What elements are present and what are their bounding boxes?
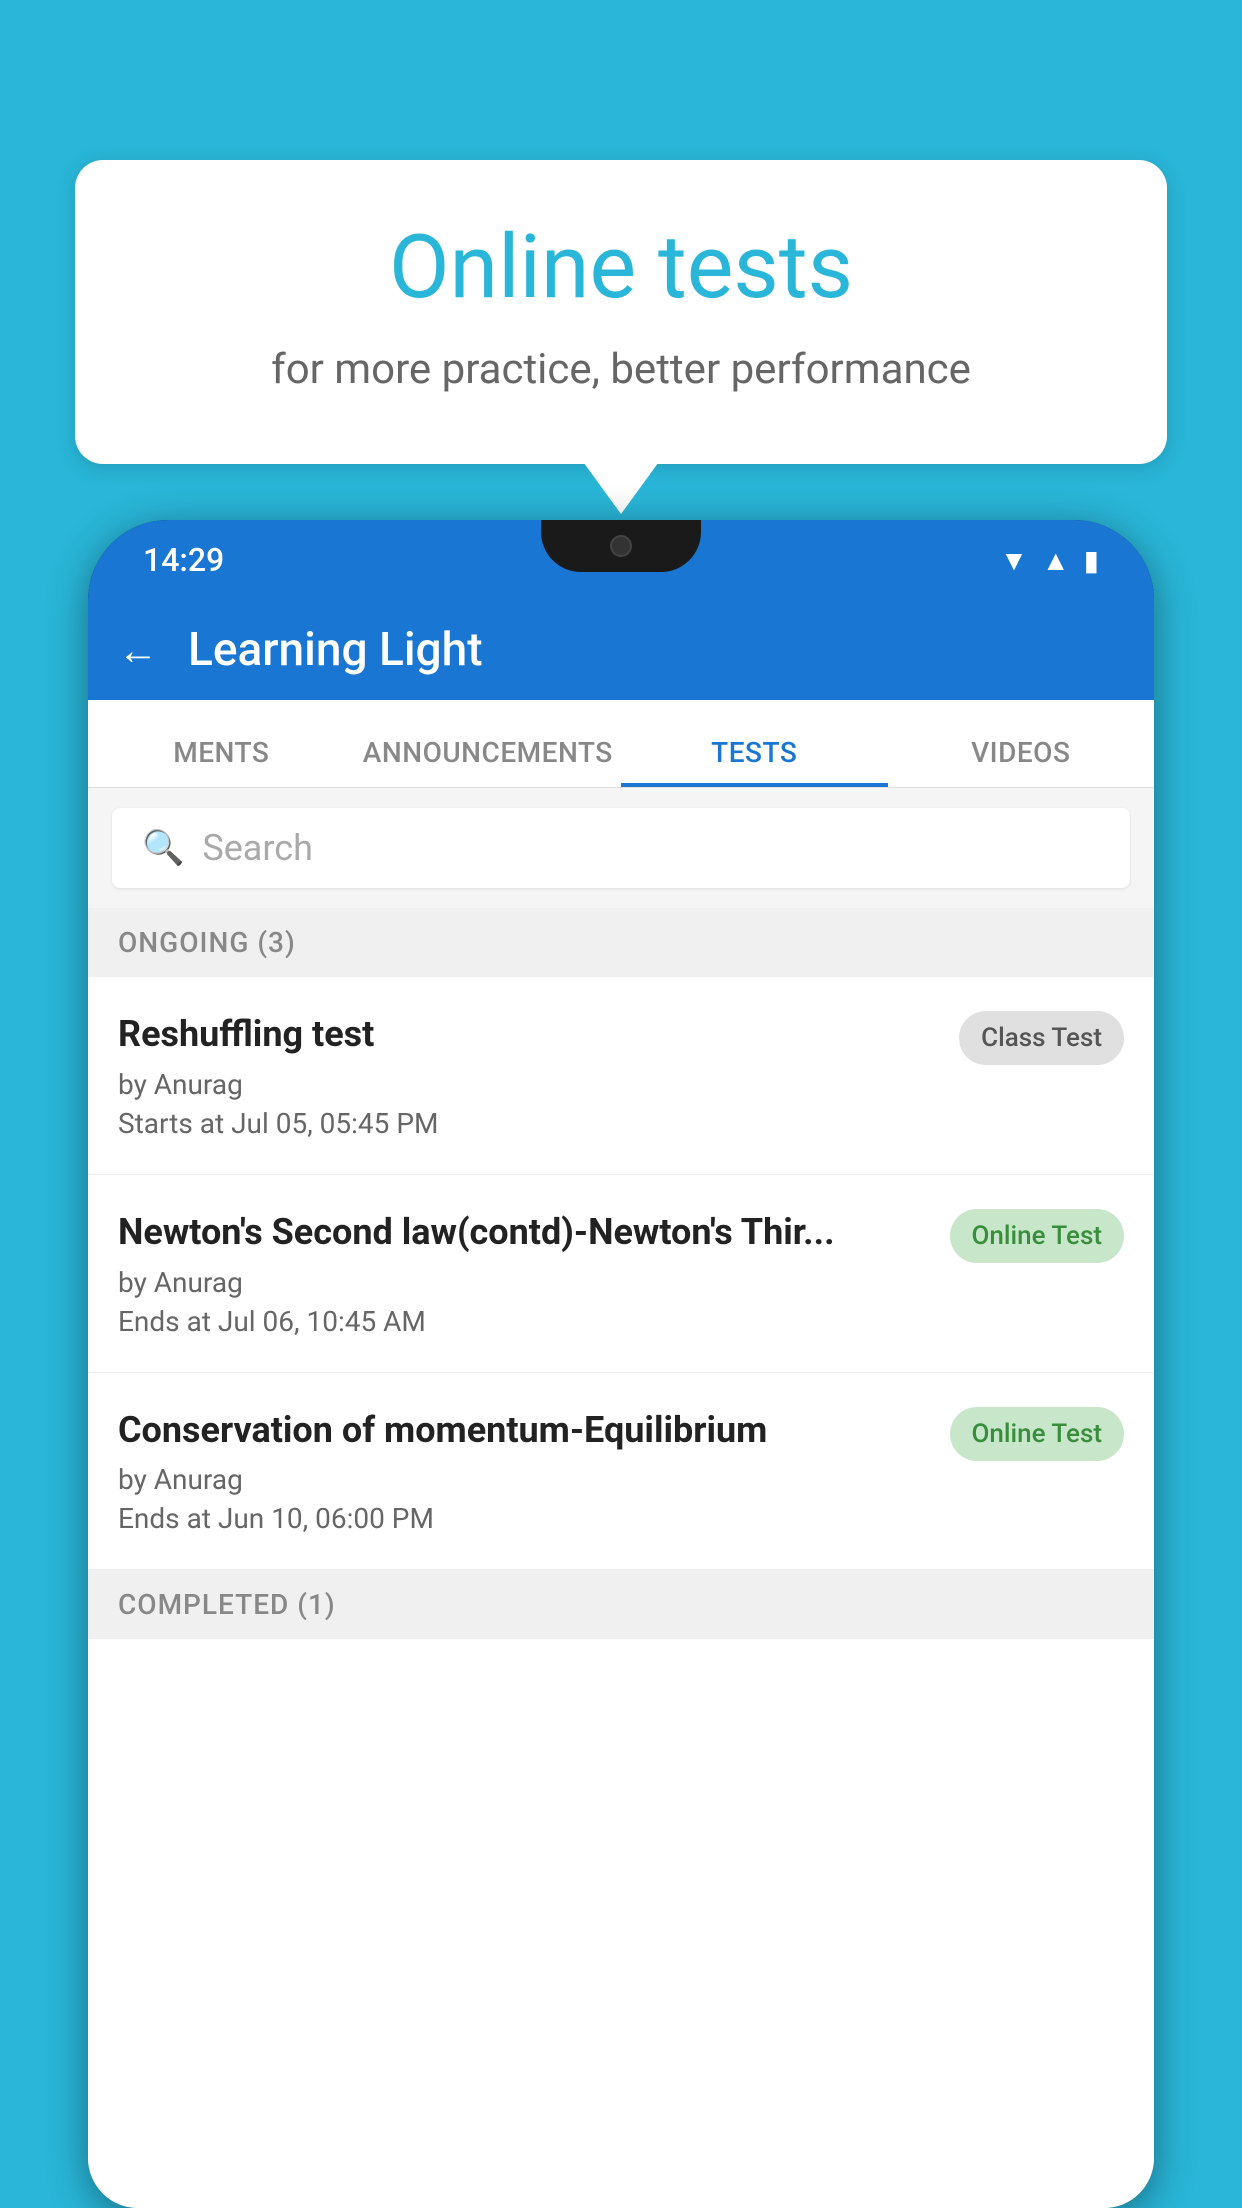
status-bar: 14:29 ▼ ▲ ▮	[88, 520, 1154, 600]
test-badge-class: Class Test	[959, 1011, 1124, 1065]
app-header: ← Learning Light	[88, 600, 1154, 700]
status-icons: ▼ ▲ ▮	[1000, 544, 1099, 577]
bubble-subtitle: for more practice, better performance	[155, 345, 1087, 394]
phone-screen: MENTS ANNOUNCEMENTS TESTS VIDEOS 🔍 Searc…	[88, 700, 1154, 2208]
test-name: Conservation of momentum-Equilibrium	[118, 1407, 930, 1454]
search-bar[interactable]: 🔍 Search	[112, 808, 1130, 888]
test-item[interactable]: Conservation of momentum-Equilibrium by …	[88, 1373, 1154, 1571]
camera-dot	[610, 535, 632, 557]
test-date: Ends at Jun 10, 06:00 PM	[118, 1502, 930, 1535]
phone-inner: MENTS ANNOUNCEMENTS TESTS VIDEOS 🔍 Searc…	[88, 700, 1154, 2208]
tab-announcements[interactable]: ANNOUNCEMENTS	[355, 736, 622, 787]
test-author: by Anurag	[118, 1068, 939, 1101]
search-container: 🔍 Search	[88, 788, 1154, 908]
tab-tests[interactable]: TESTS	[621, 736, 888, 787]
tab-ments[interactable]: MENTS	[88, 736, 355, 787]
test-author: by Anurag	[118, 1266, 930, 1299]
tab-videos[interactable]: VIDEOS	[888, 736, 1155, 787]
ongoing-section-header: ONGOING (3)	[88, 908, 1154, 977]
app-title: Learning Light	[188, 623, 483, 677]
wifi-icon: ▼	[1000, 544, 1028, 577]
battery-icon: ▮	[1084, 544, 1099, 577]
notch	[541, 520, 701, 572]
test-date: Ends at Jul 06, 10:45 AM	[118, 1305, 930, 1338]
phone-frame: 14:29 ▼ ▲ ▮ ← Learning Light MENTS ANNOU…	[88, 520, 1154, 2208]
test-name: Newton's Second law(contd)-Newton's Thir…	[118, 1209, 930, 1256]
bubble-title: Online tests	[155, 220, 1087, 317]
test-info: Newton's Second law(contd)-Newton's Thir…	[118, 1209, 950, 1338]
test-badge-online-2: Online Test	[950, 1407, 1125, 1461]
test-badge-online: Online Test	[950, 1209, 1125, 1263]
test-date: Starts at Jul 05, 05:45 PM	[118, 1107, 939, 1140]
search-placeholder: Search	[202, 827, 313, 869]
test-info: Reshuffling test by Anurag Starts at Jul…	[118, 1011, 959, 1140]
completed-label: COMPLETED (1)	[118, 1588, 336, 1621]
ongoing-label: ONGOING (3)	[118, 926, 296, 959]
tab-bar: MENTS ANNOUNCEMENTS TESTS VIDEOS	[88, 700, 1154, 788]
test-name: Reshuffling test	[118, 1011, 939, 1058]
test-list: Reshuffling test by Anurag Starts at Jul…	[88, 977, 1154, 1570]
back-button[interactable]: ←	[118, 627, 158, 674]
speech-bubble: Online tests for more practice, better p…	[75, 160, 1167, 464]
test-item[interactable]: Newton's Second law(contd)-Newton's Thir…	[88, 1175, 1154, 1373]
signal-icon: ▲	[1042, 544, 1070, 577]
test-info: Conservation of momentum-Equilibrium by …	[118, 1407, 950, 1536]
test-author: by Anurag	[118, 1463, 930, 1496]
status-time: 14:29	[143, 541, 224, 579]
completed-section-header: COMPLETED (1)	[88, 1570, 1154, 1639]
test-item[interactable]: Reshuffling test by Anurag Starts at Jul…	[88, 977, 1154, 1175]
search-icon: 🔍	[142, 828, 184, 868]
